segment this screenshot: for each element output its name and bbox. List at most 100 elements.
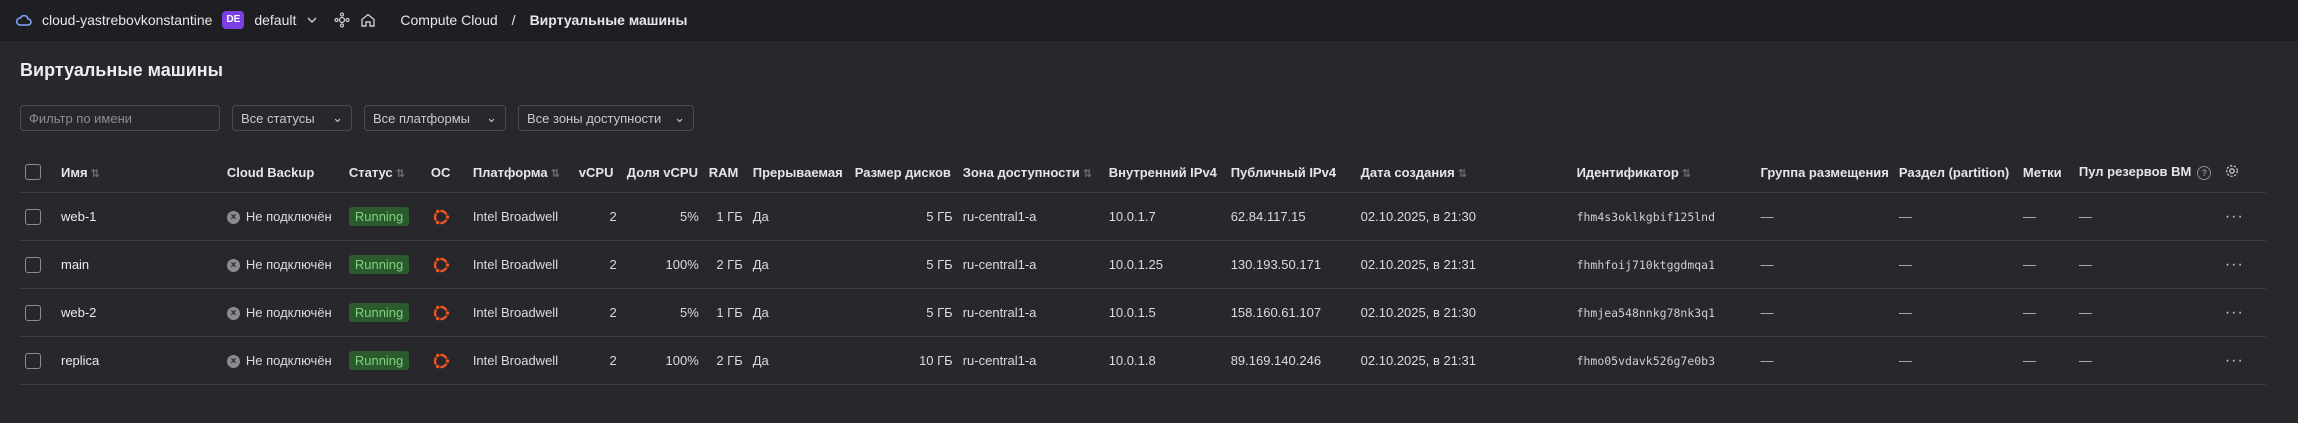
row-select-cell[interactable]	[20, 336, 56, 385]
status-badge: Running	[348, 207, 410, 226]
cell-vcpu-share: 100%	[621, 240, 704, 289]
header-zone[interactable]: Зона доступности ⇅	[957, 152, 1104, 193]
cell-vcpu-share: 5%	[621, 192, 704, 241]
table-row[interactable]: replica × Не подключён Running Intel Broadwe…	[20, 336, 2266, 385]
home-icon[interactable]	[360, 12, 376, 28]
cell-labels: —	[2017, 240, 2074, 289]
name-filter-input[interactable]: Фильтр по имени	[20, 105, 220, 131]
help-icon[interactable]: ?	[2197, 165, 2212, 180]
row-select-cell[interactable]	[20, 192, 56, 241]
row-select-cell[interactable]	[20, 288, 56, 337]
row-actions-cell[interactable]: ···	[2219, 288, 2266, 337]
chevron-down-icon[interactable]	[306, 14, 318, 26]
header-placement-group: Группа размещения	[1755, 152, 1894, 193]
row-select-cell[interactable]	[20, 240, 56, 289]
sort-icon[interactable]: ⇅	[551, 168, 560, 180]
header-public-ip: Публичный IPv4	[1225, 152, 1356, 193]
cell-created: 02.10.2025, в 21:31	[1355, 336, 1572, 385]
cell-placement-group: —	[1755, 288, 1894, 337]
select-all-cell[interactable]	[20, 152, 56, 193]
status-badge: Running	[348, 351, 410, 370]
folder-name[interactable]: default	[254, 12, 296, 28]
page-title: Виртуальные машины	[20, 60, 224, 80]
status-filter-select[interactable]: Все статусы ⌄	[232, 105, 352, 131]
row-actions-cell[interactable]: ···	[2219, 336, 2266, 385]
cell-zone: ru-central1-a	[957, 288, 1104, 337]
header-created[interactable]: Дата создания ⇅	[1355, 152, 1572, 193]
row-checkbox[interactable]	[25, 256, 41, 273]
chevron-down-icon: ⌄	[674, 110, 685, 125]
cell-name[interactable]: web-1	[55, 192, 222, 241]
header-settings[interactable]	[2219, 152, 2266, 193]
cell-preemptible: Да	[747, 288, 850, 337]
cell-name[interactable]: web-2	[55, 288, 222, 337]
cell-preemptible: Да	[747, 336, 850, 385]
cell-status: Running	[343, 192, 426, 241]
header-platform[interactable]: Платформа ⇅	[467, 152, 574, 193]
header-reserve-pool: Пул резервов ВМ?	[2073, 152, 2220, 193]
row-actions-cell[interactable]: ···	[2219, 240, 2266, 289]
platform-filter-select[interactable]: Все платформы ⌄	[364, 105, 506, 131]
sort-icon[interactable]: ⇅	[91, 168, 100, 180]
table-row[interactable]: web-1 × Не подключён Running Intel Broadwell…	[20, 192, 2266, 241]
more-actions-icon[interactable]: ···	[2225, 352, 2244, 369]
more-actions-icon[interactable]: ···	[2225, 256, 2244, 273]
cell-public-ip: 62.84.117.15	[1225, 192, 1356, 241]
sort-icon[interactable]: ⇅	[1682, 168, 1691, 180]
ubuntu-icon	[431, 303, 451, 323]
cell-os	[425, 336, 468, 385]
cell-name[interactable]: main	[55, 240, 222, 289]
cell-labels: —	[2017, 192, 2074, 241]
row-checkbox[interactable]	[25, 352, 41, 369]
cell-placement-group: —	[1755, 192, 1894, 241]
filters-bar: Фильтр по имени Все статусы ⌄ Все платфо…	[20, 105, 694, 131]
table-row[interactable]: main × Не подключён Running Intel Broadwell 2…	[20, 240, 2266, 289]
cell-public-ip: 89.169.140.246	[1225, 336, 1356, 385]
sort-icon[interactable]: ⇅	[1458, 168, 1467, 180]
row-checkbox[interactable]	[25, 304, 41, 321]
zone-filter-select[interactable]: Все зоны доступности ⌄	[518, 105, 694, 131]
header-status[interactable]: Статус ⇅	[343, 152, 426, 193]
sort-icon[interactable]: ⇅	[396, 168, 405, 180]
settings-icon[interactable]	[334, 12, 350, 28]
sort-icon[interactable]: ⇅	[1083, 168, 1092, 180]
row-checkbox[interactable]	[25, 208, 41, 225]
cell-name[interactable]: replica	[55, 336, 222, 385]
folder-badge: DE	[222, 11, 245, 29]
cell-partition: —	[1893, 240, 2018, 289]
cell-partition: —	[1893, 288, 2018, 337]
more-actions-icon[interactable]: ···	[2225, 208, 2244, 225]
cell-placement-group: —	[1755, 336, 1894, 385]
status-badge: Running	[348, 255, 410, 274]
gear-icon[interactable]	[2225, 164, 2239, 181]
cloud-icon	[16, 13, 32, 27]
cell-internal-ip: 10.0.1.5	[1103, 288, 1226, 337]
header-vcpu-share: Доля vCPU	[621, 152, 704, 193]
cell-placement-group: —	[1755, 240, 1894, 289]
cell-public-ip: 130.193.50.171	[1225, 240, 1356, 289]
cell-ram: 1 ГБ	[703, 288, 748, 337]
cell-ram: 1 ГБ	[703, 192, 748, 241]
cell-created: 02.10.2025, в 21:31	[1355, 240, 1572, 289]
platform-filter-value: Все платформы	[373, 110, 470, 126]
header-disk-size: Размер дисков	[849, 152, 958, 193]
cell-status: Running	[343, 288, 426, 337]
cell-disk-size: 5 ГБ	[849, 240, 958, 289]
close-circle-icon: ×	[226, 259, 240, 273]
select-all-checkbox[interactable]	[25, 164, 41, 181]
row-actions-cell[interactable]: ···	[2219, 192, 2266, 241]
cell-reserve-pool: —	[2073, 288, 2220, 337]
header-partition: Раздел (partition)	[1893, 152, 2018, 193]
breadcrumb-separator: /	[511, 12, 516, 28]
header-name[interactable]: Имя ⇅	[55, 152, 222, 193]
ubuntu-icon	[431, 351, 451, 371]
cell-zone: ru-central1-a	[957, 240, 1104, 289]
more-actions-icon[interactable]: ···	[2225, 304, 2244, 321]
header-id[interactable]: Идентификатор ⇅	[1571, 152, 1756, 193]
cloud-name[interactable]: cloud-yastrebovkonstantine	[42, 12, 212, 28]
table-row[interactable]: web-2 × Не подключён Running Intel Broadwell…	[20, 288, 2266, 337]
breadcrumb-service[interactable]: Compute Cloud	[400, 12, 497, 28]
cell-partition: —	[1893, 192, 2018, 241]
cell-preemptible: Да	[747, 192, 850, 241]
cell-vcpu: 2	[573, 240, 622, 289]
